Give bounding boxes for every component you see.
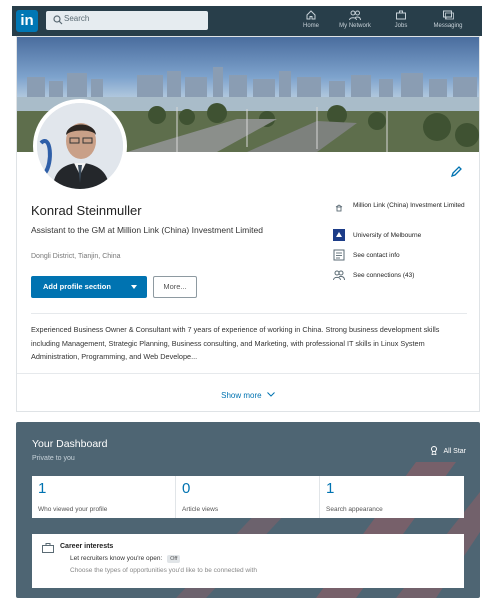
- career-interests-title: Career interests: [60, 543, 114, 550]
- dashboard-stats: 1 Who viewed your profile 0 Article view…: [32, 476, 464, 518]
- career-interests-description: Choose the types of opportunities you'd …: [70, 567, 257, 574]
- nav-item-home[interactable]: Home: [296, 9, 326, 35]
- connections-icon: [333, 270, 345, 281]
- edit-pencil-icon[interactable]: [449, 165, 463, 179]
- more-button[interactable]: More...: [153, 276, 197, 298]
- contact-info-text: See contact info: [353, 252, 400, 259]
- nav-item-messaging[interactable]: Messaging: [428, 9, 468, 35]
- chat-icon: [443, 10, 454, 20]
- nav-item-jobs[interactable]: Jobs: [390, 9, 412, 35]
- home-icon: [306, 10, 316, 20]
- dashboard-card: Your Dashboard Private to you All Star 1…: [16, 422, 480, 598]
- recruiter-visibility-toggle[interactable]: Off: [167, 555, 181, 563]
- profile-photo: [37, 103, 123, 189]
- stat-value: 0: [182, 480, 191, 497]
- all-star-badge[interactable]: All Star: [430, 446, 466, 456]
- nav-item-label: Messaging: [433, 23, 463, 29]
- show-more-link[interactable]: Show more: [17, 391, 479, 400]
- search-placeholder: Search: [64, 14, 90, 23]
- connections-text: See connections (43): [353, 272, 415, 279]
- show-more-label: Show more: [221, 391, 262, 400]
- profile-avatar[interactable]: [33, 99, 127, 193]
- company-icon: [335, 204, 343, 212]
- search-box[interactable]: Search: [46, 11, 208, 30]
- chevron-down-icon: [131, 285, 137, 289]
- briefcase-icon: [396, 10, 406, 20]
- dashboard-subtitle: Private to you: [32, 455, 75, 462]
- stat-search-appearance[interactable]: 1 Search appearance: [320, 476, 464, 518]
- career-interests-panel[interactable]: Career interests Let recruiters know you…: [32, 534, 464, 588]
- profile-card: Konrad Steinmuller Assistant to the GM a…: [16, 36, 480, 412]
- divider: [17, 373, 479, 374]
- chevron-down-icon: [266, 392, 275, 397]
- school-icon: [333, 229, 345, 241]
- button-label: Add profile section: [43, 282, 111, 291]
- recruiter-visibility-line: Let recruiters know you're open: Off: [70, 555, 181, 563]
- top-navigation-bar: in Search Home My Network Jobs Messaging: [12, 6, 482, 36]
- profile-location: Dongli District, Tianjin, China: [31, 253, 121, 260]
- award-icon: [430, 446, 437, 456]
- stat-value: 1: [38, 480, 47, 497]
- stat-article-views[interactable]: 0 Article views: [176, 476, 320, 518]
- divider: [31, 313, 467, 314]
- people-icon: [349, 10, 361, 21]
- stat-label: Who viewed your profile: [38, 506, 108, 513]
- school-name: University of Melbourne: [353, 232, 422, 239]
- all-star-label: All Star: [443, 448, 466, 455]
- contact-card-icon: [333, 249, 345, 261]
- nav-item-label: Jobs: [394, 23, 408, 29]
- nav-item-my-network[interactable]: My Network: [332, 9, 378, 35]
- search-icon: [53, 15, 63, 25]
- profile-headline: Assistant to the GM at Million Link (Chi…: [31, 225, 263, 235]
- dashboard-title: Your Dashboard: [32, 438, 108, 450]
- company-name: Million Link (China) Investment Limited: [353, 202, 465, 209]
- profile-name: Konrad Steinmuller: [31, 203, 142, 218]
- briefcase-icon: [42, 543, 54, 553]
- stat-profile-views[interactable]: 1 Who viewed your profile: [32, 476, 176, 518]
- stat-value: 1: [326, 480, 335, 497]
- nav-item-label: Home: [302, 23, 319, 29]
- profile-summary: Experienced Business Owner & Consultant …: [31, 325, 440, 361]
- linkedin-logo[interactable]: in: [16, 10, 38, 32]
- stat-label: Search appearance: [326, 506, 383, 513]
- add-profile-section-button[interactable]: Add profile section: [31, 276, 147, 298]
- recruiter-visibility-text: Let recruiters know you're open:: [70, 555, 163, 562]
- stat-label: Article views: [182, 506, 219, 513]
- nav-item-label: My Network: [339, 23, 371, 29]
